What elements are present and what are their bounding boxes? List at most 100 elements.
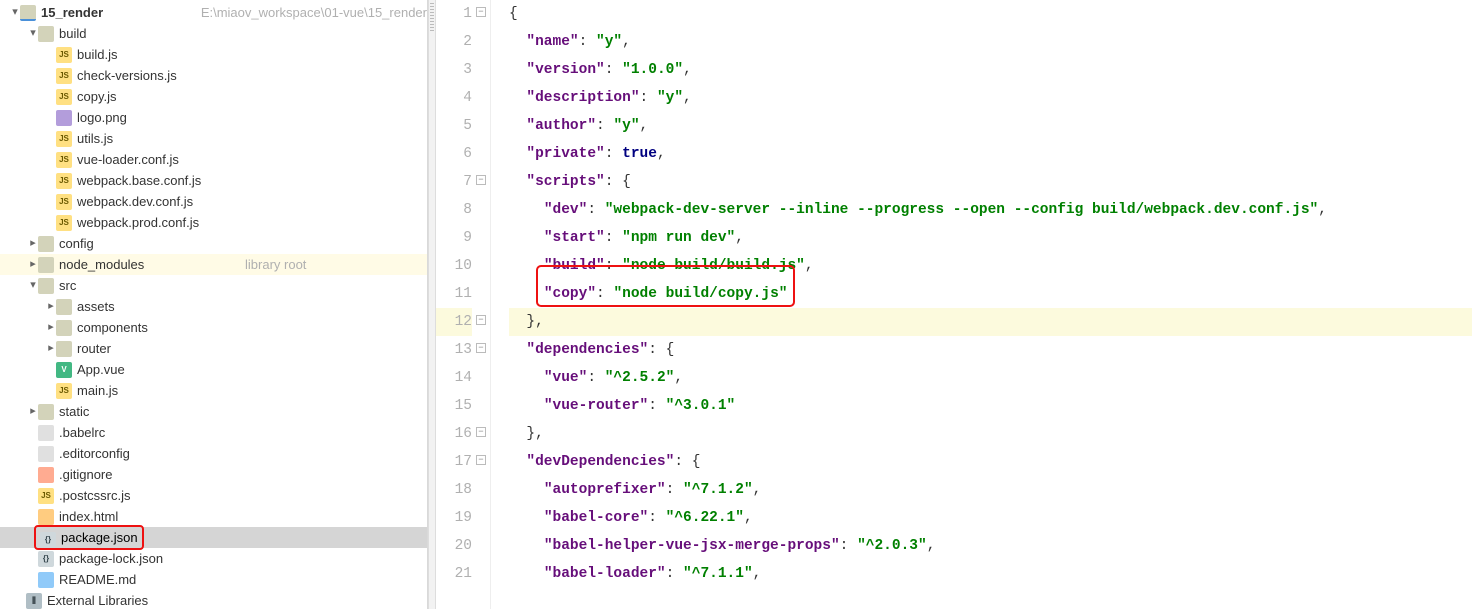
code-line[interactable]: "vue": "^2.5.2", (509, 364, 1472, 392)
tree-item-webpack-dev-conf-js[interactable]: ▸JSwebpack.dev.conf.js (0, 191, 427, 212)
chevron-down-icon[interactable]: ▾ (28, 275, 38, 296)
token-punc: , (683, 90, 692, 106)
fold-toggle-icon[interactable]: − (476, 7, 486, 17)
json-icon: {} (40, 532, 56, 548)
token-punc: : (840, 538, 857, 554)
token-key: "start" (544, 230, 605, 246)
js-icon: JS (56, 152, 72, 168)
token-str: "webpack-dev-server --inline --progress … (605, 202, 1319, 218)
tree-item-vue-loader-conf-js[interactable]: ▸JSvue-loader.conf.js (0, 149, 427, 170)
tree-item-app-vue[interactable]: ▸VApp.vue (0, 359, 427, 380)
tree-item-config[interactable]: ▸config (0, 233, 427, 254)
chevron-right-icon[interactable]: ▸ (46, 338, 56, 359)
token-key: "vue" (544, 370, 588, 386)
tree-item-build-js[interactable]: ▸JSbuild.js (0, 44, 427, 65)
token-key: "babel-core" (544, 510, 648, 526)
red-highlight-box: {} package.json (34, 525, 144, 550)
chevron-down-icon[interactable]: ▾ (28, 23, 38, 44)
token-str: "y" (657, 90, 683, 106)
tree-item--postcssrc-js[interactable]: ▸JS.postcssrc.js (0, 485, 427, 506)
code-line[interactable]: "autoprefixer": "^7.1.2", (509, 476, 1472, 504)
code-area[interactable]: { "name": "y", "version": "1.0.0", "desc… (491, 0, 1472, 609)
code-line[interactable]: "babel-loader": "^7.1.1", (509, 560, 1472, 588)
tree-item-webpack-base-conf-js[interactable]: ▸JSwebpack.base.conf.js (0, 170, 427, 191)
code-line[interactable]: { (509, 0, 1472, 28)
code-line[interactable]: }, (509, 308, 1472, 336)
tree-item-check-versions-js[interactable]: ▸JScheck-versions.js (0, 65, 427, 86)
code-line[interactable]: "private": true, (509, 140, 1472, 168)
code-line[interactable]: "dependencies": { (509, 336, 1472, 364)
code-line[interactable]: "babel-core": "^6.22.1", (509, 504, 1472, 532)
chevron-right-icon[interactable]: ▸ (28, 254, 38, 275)
code-line[interactable]: "version": "1.0.0", (509, 56, 1472, 84)
tree-item-copy-js[interactable]: ▸JScopy.js (0, 86, 427, 107)
code-line[interactable]: "author": "y", (509, 112, 1472, 140)
tree-item-label: App.vue (77, 359, 427, 380)
tree-item-package-lock-json[interactable]: ▸{}package-lock.json (0, 548, 427, 569)
fold-toggle-icon[interactable]: − (476, 427, 486, 437)
tree-item--render[interactable]: ▾15_renderE:\miaov_workspace\01-vue\15_r… (0, 2, 427, 23)
code-line[interactable]: "vue-router": "^3.0.1" (509, 392, 1472, 420)
tree-item-logo-png[interactable]: ▸logo.png (0, 107, 427, 128)
token-key: "devDependencies" (526, 454, 674, 470)
txt-icon (38, 425, 54, 441)
tree-item-label: main.js (77, 380, 427, 401)
token-punc: , (683, 62, 692, 78)
chevron-right-icon[interactable]: ▸ (28, 401, 38, 422)
tree-item-assets[interactable]: ▸assets (0, 296, 427, 317)
tree-item-build[interactable]: ▾build (0, 23, 427, 44)
line-number: 21 (436, 560, 472, 588)
fold-toggle-icon[interactable]: − (476, 455, 486, 465)
tree-item-label: package.json (61, 530, 138, 545)
tree-item--babelrc[interactable]: ▸.babelrc (0, 422, 427, 443)
fold-toggle-icon[interactable]: − (476, 175, 486, 185)
code-line[interactable]: "description": "y", (509, 84, 1472, 112)
tree-item-components[interactable]: ▸components (0, 317, 427, 338)
chevron-right-icon[interactable]: ▸ (28, 233, 38, 254)
js-icon: JS (56, 383, 72, 399)
code-line[interactable]: "build": "node build/build.js", (509, 252, 1472, 280)
token-punc: : (666, 482, 683, 498)
chevron-right-icon[interactable]: ▸ (46, 317, 56, 338)
tree-item--editorconfig[interactable]: ▸.editorconfig (0, 443, 427, 464)
token-str: "^2.5.2" (605, 370, 675, 386)
project-tree[interactable]: ▾15_renderE:\miaov_workspace\01-vue\15_r… (0, 0, 428, 609)
tree-item-package-json[interactable]: ▸{}package.json (0, 527, 427, 548)
code-line[interactable]: "name": "y", (509, 28, 1472, 56)
tree-item--gitignore[interactable]: ▸.gitignore (0, 464, 427, 485)
code-line[interactable]: "copy": "node build/copy.js" (509, 280, 1472, 308)
tree-item-router[interactable]: ▸ router (0, 338, 427, 359)
tree-item-readme-md[interactable]: ▸README.md (0, 569, 427, 590)
line-number: 15 (436, 392, 472, 420)
fold-toggle-icon[interactable]: − (476, 343, 486, 353)
tree-item-webpack-prod-conf-js[interactable]: ▸JSwebpack.prod.conf.js (0, 212, 427, 233)
folder-icon (38, 404, 54, 420)
code-line[interactable]: "devDependencies": { (509, 448, 1472, 476)
code-line[interactable]: "start": "npm run dev", (509, 224, 1472, 252)
pane-splitter[interactable] (428, 0, 436, 609)
html-icon (38, 509, 54, 525)
tree-item-index-html[interactable]: ▸index.html (0, 506, 427, 527)
code-line[interactable]: "dev": "webpack-dev-server --inline --pr… (509, 196, 1472, 224)
token-punc: , (805, 258, 814, 274)
tree-item-main-js[interactable]: ▸JSmain.js (0, 380, 427, 401)
tree-item-static[interactable]: ▸static (0, 401, 427, 422)
chevron-down-icon[interactable]: ▾ (10, 2, 20, 23)
token-punc: : (605, 62, 622, 78)
tree-item-node-modules[interactable]: ▸node_moduleslibrary root (0, 254, 427, 275)
code-line[interactable]: "babel-helper-vue-jsx-merge-props": "^2.… (509, 532, 1472, 560)
token-str: "^7.1.2" (683, 482, 753, 498)
token-punc: : (605, 230, 622, 246)
tree-item-label: router (77, 338, 427, 359)
code-line[interactable]: }, (509, 420, 1472, 448)
library-root-label: library root (245, 254, 427, 275)
fold-toggle-icon[interactable]: − (476, 315, 486, 325)
token-str: "^2.0.3" (857, 538, 927, 554)
chevron-right-icon[interactable]: ▸ (46, 296, 56, 317)
tree-item-src[interactable]: ▾src (0, 275, 427, 296)
code-editor[interactable]: 1−234567−89101112−13−141516−17−18192021 … (436, 0, 1472, 609)
tree-item-label: .gitignore (59, 464, 427, 485)
code-line[interactable]: "scripts": { (509, 168, 1472, 196)
tree-item-utils-js[interactable]: ▸JSutils.js (0, 128, 427, 149)
tree-item-external-libraries[interactable]: ▸⫼External Libraries (0, 590, 427, 609)
